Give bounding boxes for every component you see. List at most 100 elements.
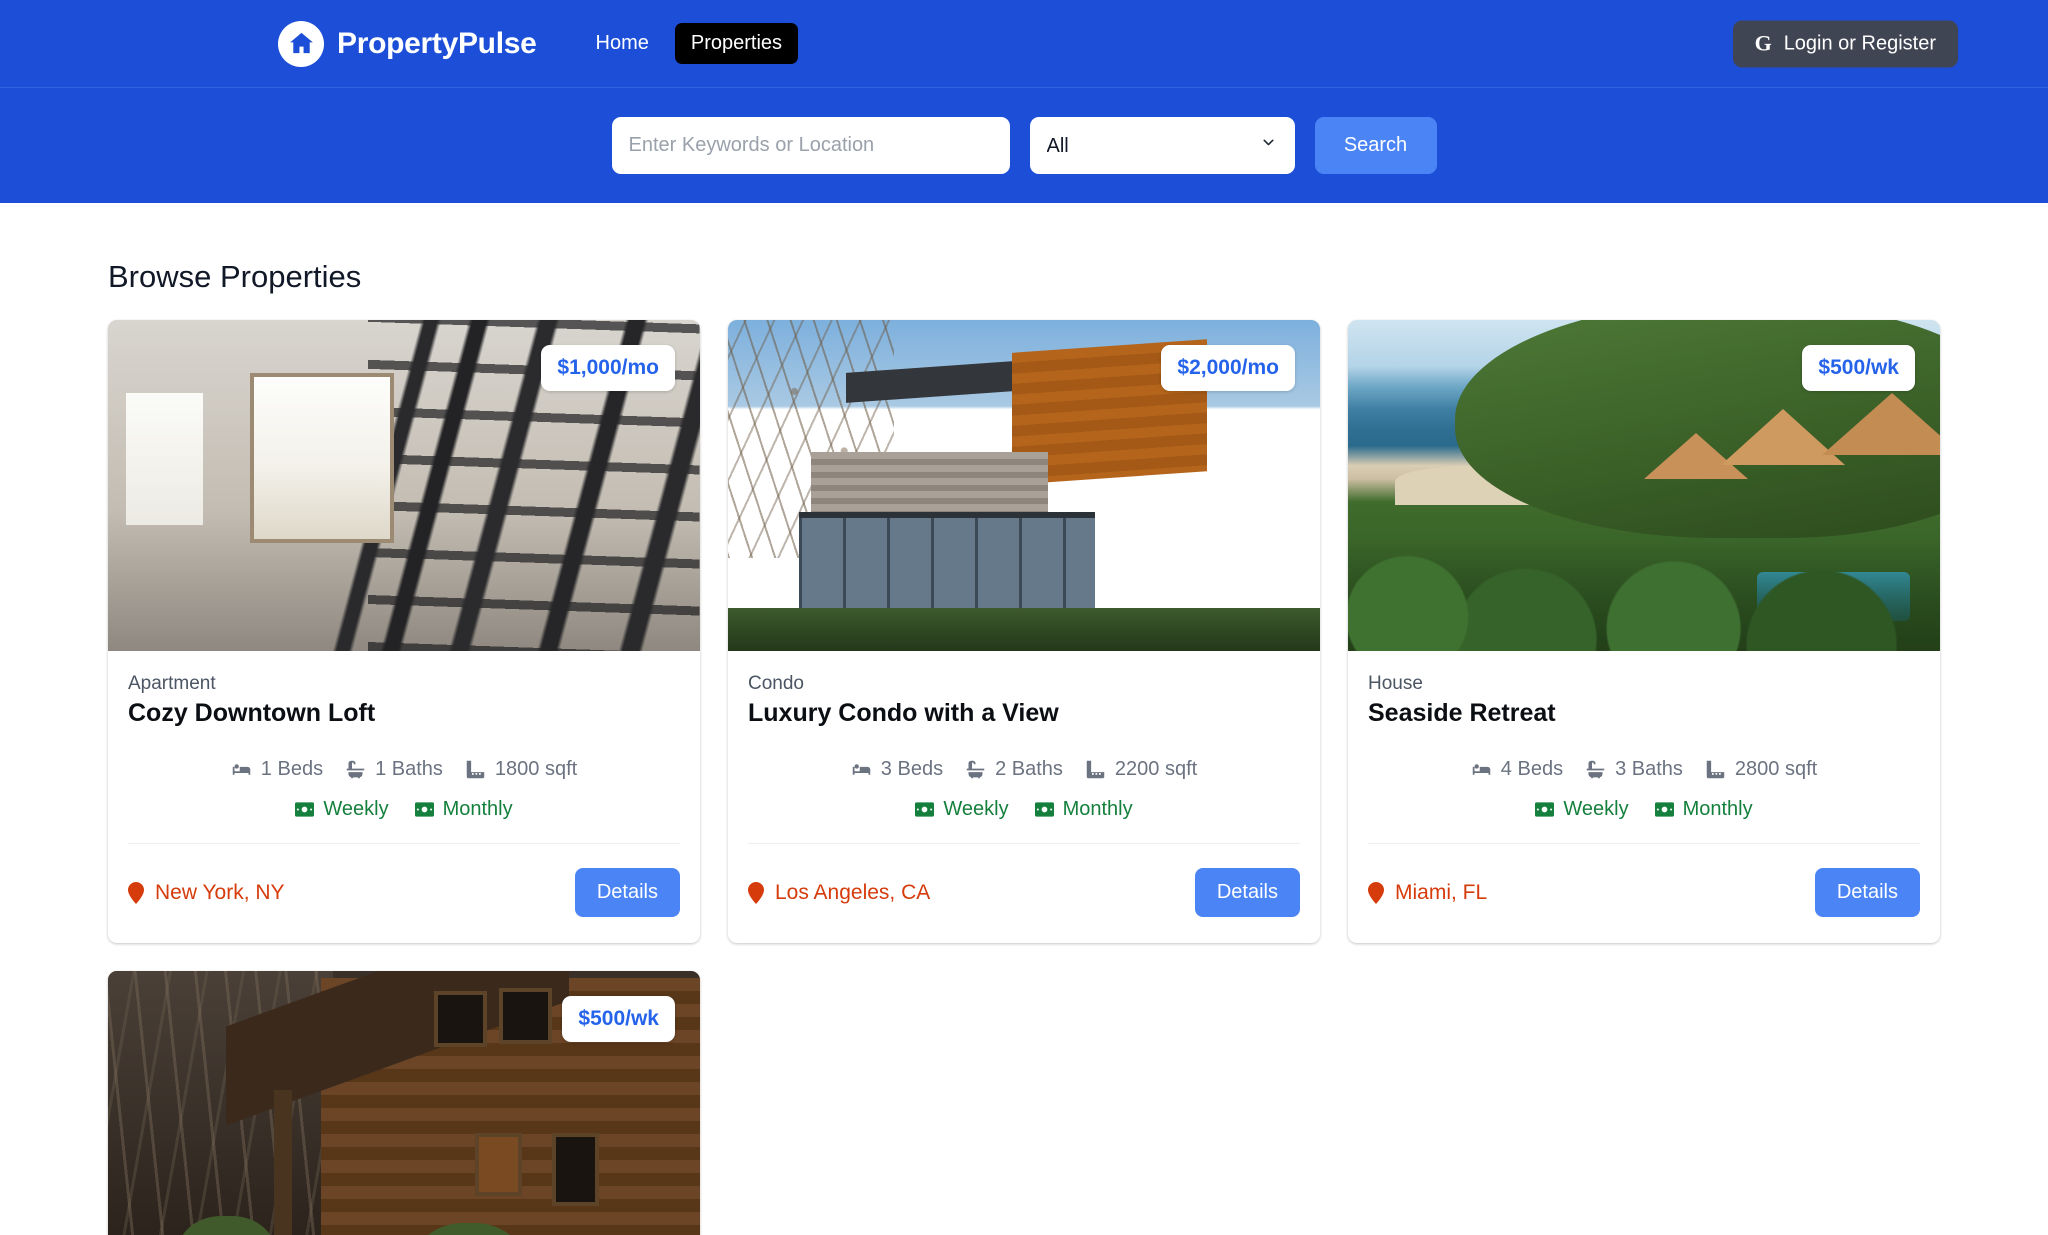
- property-card[interactable]: $1,000/mo Apartment Cozy Downtown Loft 1…: [108, 320, 700, 943]
- ruler-combined-icon: [1705, 759, 1726, 780]
- spec-sqft-label: 2800 sqft: [1734, 758, 1818, 780]
- property-rates: Weekly Monthly: [748, 798, 1300, 843]
- villa-roof-decor: [1821, 392, 1940, 455]
- spec-baths-label: 2 Baths: [995, 758, 1063, 780]
- details-button[interactable]: Details: [1814, 868, 1920, 917]
- money-bill-icon: [1535, 802, 1555, 817]
- nav-link-properties[interactable]: Properties: [674, 23, 799, 64]
- porch-post-decor: [273, 1090, 292, 1235]
- money-bill-icon: [915, 802, 935, 817]
- property-location-label: Los Angeles, CA: [775, 880, 931, 904]
- navbar-actions: G Login or Register: [1732, 20, 1958, 67]
- spec-beds-label: 3 Beds: [880, 758, 944, 780]
- bath-icon: [1585, 759, 1606, 780]
- spec-sqft-label: 1800 sqft: [494, 758, 578, 780]
- rate-monthly-label: Monthly: [1682, 798, 1753, 820]
- nav-links: Home Properties: [580, 23, 799, 64]
- property-specs: 1 Beds 1 Baths 1800 sqft: [128, 758, 680, 781]
- property-card[interactable]: $500/wk: [108, 971, 700, 1235]
- property-image[interactable]: $500/wk: [1348, 320, 1940, 651]
- spec-beds-label: 4 Beds: [1500, 758, 1564, 780]
- main-content: Browse Properties $1,000/mo Apartment Co…: [0, 259, 2048, 1235]
- property-image[interactable]: $500/wk: [108, 971, 700, 1235]
- cabin-window-decor: [498, 987, 552, 1044]
- property-card[interactable]: $500/wk House Seaside Retreat 4 Beds 3 B…: [1348, 320, 1940, 943]
- price-badge: $500/wk: [562, 996, 675, 1042]
- spec-baths-label: 3 Baths: [1615, 758, 1683, 780]
- price-badge: $1,000/mo: [541, 345, 675, 391]
- property-card-body: House Seaside Retreat 4 Beds 3 Baths 280…: [1348, 651, 1940, 843]
- login-or-register-button[interactable]: G Login or Register: [1732, 20, 1958, 67]
- details-button[interactable]: Details: [1194, 868, 1300, 917]
- price-badge: $2,000/mo: [1161, 345, 1295, 391]
- cabin-window-decor: [552, 1133, 600, 1206]
- navbar: PropertyPulse Home Properties G Login or…: [0, 0, 2048, 88]
- property-specs: 4 Beds 3 Baths 2800 sqft: [1368, 758, 1920, 781]
- property-type-select[interactable]: All: [1029, 117, 1295, 174]
- money-bill-icon: [295, 802, 315, 817]
- price-badge: $500/wk: [1802, 345, 1915, 391]
- property-location-label: Miami, FL: [1395, 880, 1488, 904]
- property-location-label: New York, NY: [155, 880, 285, 904]
- hedge-decor: [728, 607, 1320, 651]
- property-type: House: [1368, 673, 1423, 694]
- brand-name: PropertyPulse: [337, 26, 537, 60]
- property-location: Miami, FL: [1368, 881, 1487, 905]
- logo-home-link[interactable]: [278, 20, 324, 67]
- navbar-brand-group: PropertyPulse Home Properties: [278, 20, 799, 67]
- spec-sqft-label: 2200 sqft: [1114, 758, 1198, 780]
- bed-icon: [231, 759, 252, 780]
- rate-weekly-label: Weekly: [1563, 798, 1629, 820]
- rate-weekly-label: Weekly: [323, 798, 389, 820]
- foliage-decor: [1348, 538, 1940, 651]
- rate-weekly-label: Weekly: [943, 798, 1009, 820]
- spec-beds: 1 Beds: [231, 758, 323, 781]
- property-card-footer: Los Angeles, CA Details: [728, 844, 1320, 943]
- spec-sqft: 2200 sqft: [1085, 758, 1197, 781]
- rate-monthly: Monthly: [414, 798, 513, 821]
- spec-baths-label: 1 Baths: [375, 758, 443, 780]
- property-image[interactable]: $2,000/mo: [728, 320, 1320, 651]
- search-input[interactable]: [611, 117, 1010, 174]
- bath-icon: [965, 759, 986, 780]
- property-specs: 3 Beds 2 Baths 2200 sqft: [748, 758, 1300, 781]
- rate-weekly: Weekly: [295, 798, 389, 821]
- properties-grid-row-2: $500/wk: [108, 971, 1940, 1235]
- spec-baths: 2 Baths: [965, 758, 1063, 781]
- rate-weekly: Weekly: [915, 798, 1009, 821]
- property-type-select-wrapper: All: [1029, 117, 1295, 174]
- spec-beds: 3 Beds: [851, 758, 943, 781]
- map-marker-icon: [128, 881, 144, 904]
- ruler-combined-icon: [465, 759, 486, 780]
- cabin-window-decor: [433, 990, 487, 1048]
- property-card-body: Condo Luxury Condo with a View 3 Beds 2 …: [728, 651, 1320, 843]
- properties-grid: $1,000/mo Apartment Cozy Downtown Loft 1…: [108, 320, 1940, 943]
- page-title: Browse Properties: [108, 259, 362, 294]
- rate-weekly: Weekly: [1535, 798, 1629, 821]
- property-name: Seaside Retreat: [1368, 699, 1556, 727]
- nav-link-home[interactable]: Home: [580, 23, 665, 64]
- spec-baths: 1 Baths: [345, 758, 443, 781]
- bath-icon: [345, 759, 366, 780]
- property-card-footer: Miami, FL Details: [1348, 844, 1940, 943]
- property-location: Los Angeles, CA: [748, 881, 930, 905]
- property-image[interactable]: $1,000/mo: [108, 320, 700, 651]
- spec-baths: 3 Baths: [1585, 758, 1683, 781]
- search-form: All Search: [611, 117, 1437, 174]
- property-rates: Weekly Monthly: [128, 798, 680, 843]
- search-submit-button[interactable]: Search: [1314, 117, 1437, 174]
- rate-monthly-label: Monthly: [1062, 798, 1133, 820]
- bed-icon: [1471, 759, 1492, 780]
- map-marker-icon: [748, 881, 764, 904]
- spec-sqft: 2800 sqft: [1705, 758, 1817, 781]
- property-type: Apartment: [128, 673, 216, 694]
- property-type: Condo: [748, 673, 804, 694]
- property-rates: Weekly Monthly: [1368, 798, 1920, 843]
- login-button-label: Login or Register: [1783, 32, 1936, 54]
- spec-sqft: 1800 sqft: [465, 758, 577, 781]
- spec-beds: 4 Beds: [1471, 758, 1563, 781]
- cabin-window-decor: [475, 1133, 523, 1197]
- details-button[interactable]: Details: [574, 868, 680, 917]
- money-bill-icon: [1034, 802, 1054, 817]
- property-card[interactable]: $2,000/mo Condo Luxury Condo with a View…: [728, 320, 1320, 943]
